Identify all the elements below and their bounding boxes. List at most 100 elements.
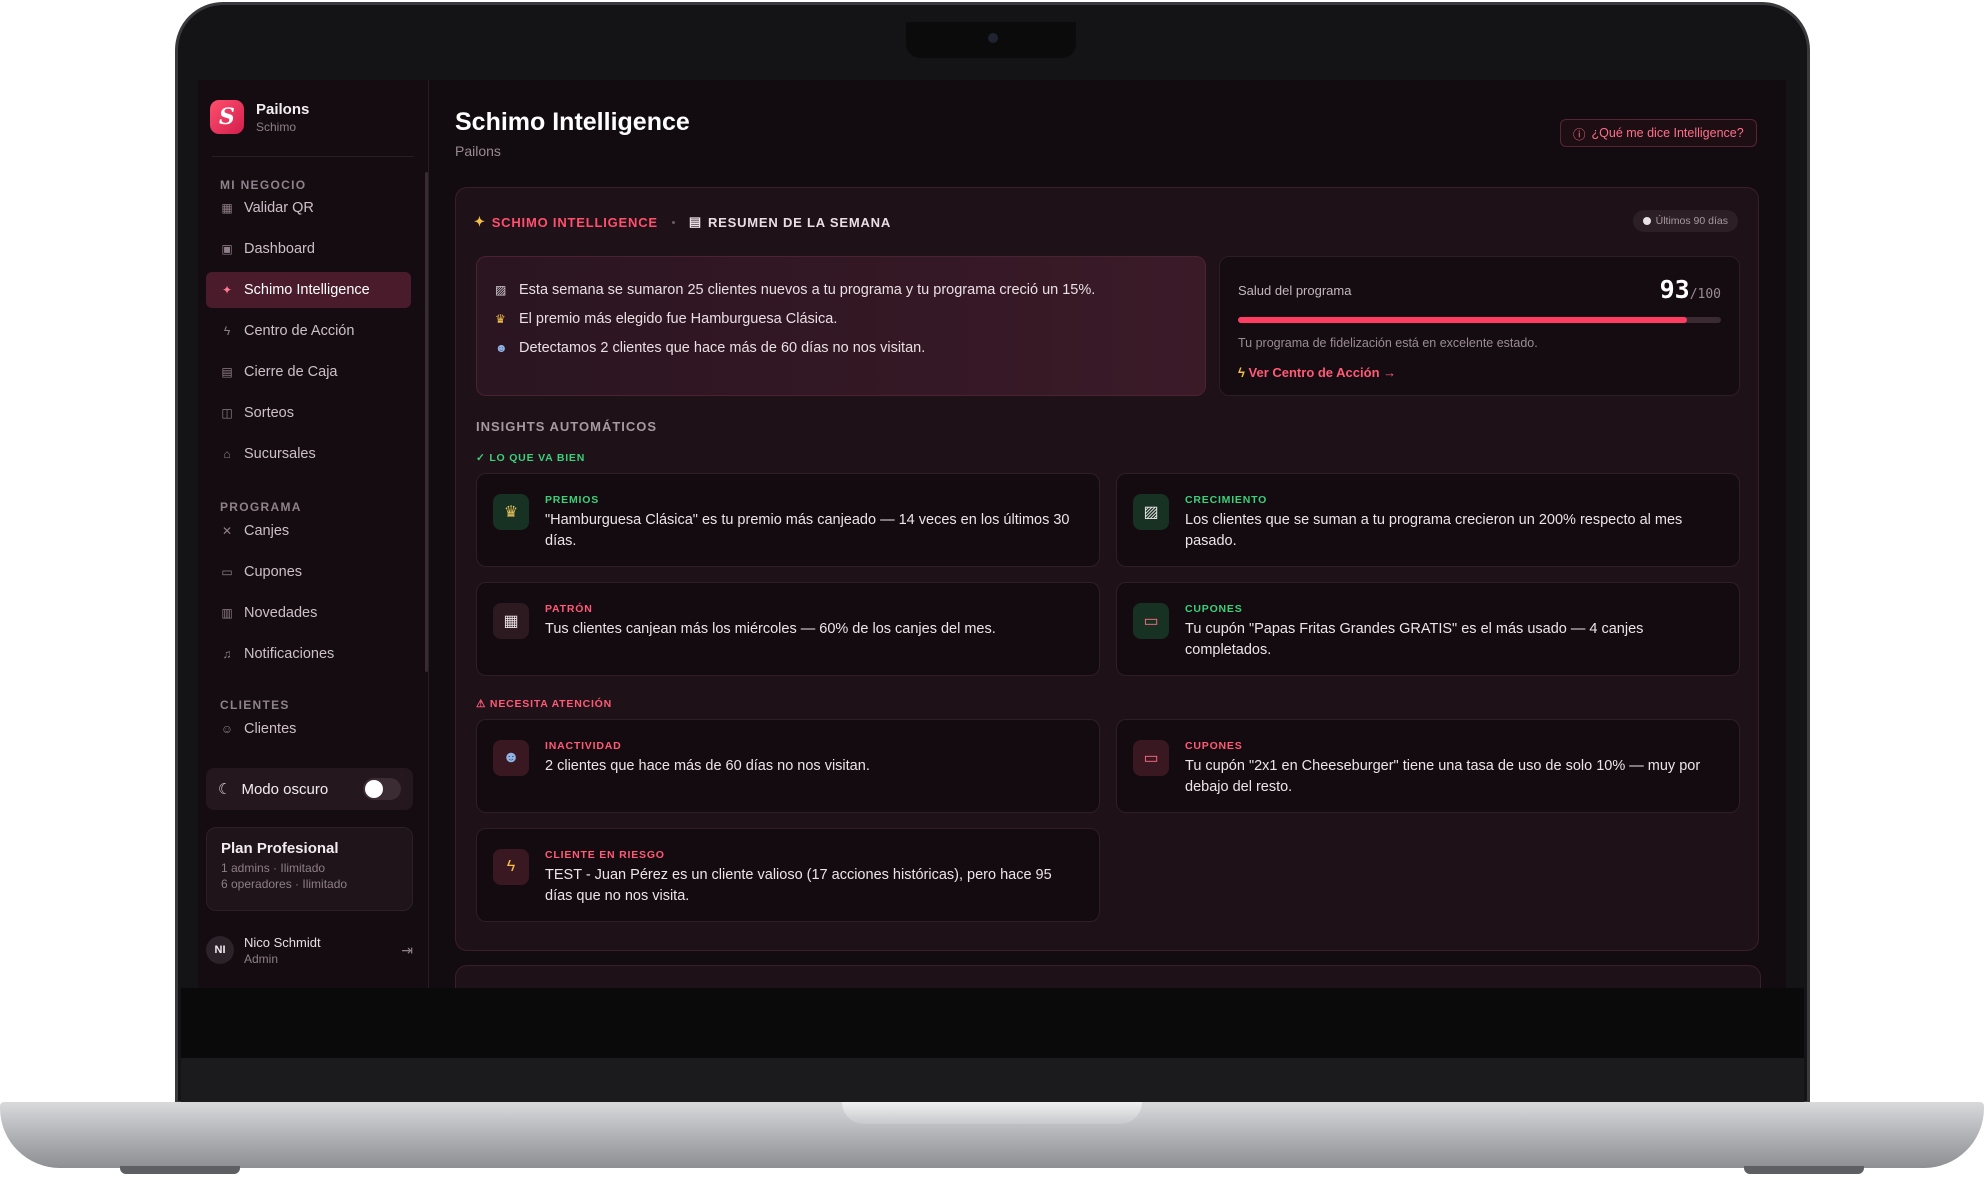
qr-icon: ▦ bbox=[221, 201, 233, 215]
brand[interactable]: S Pailons Schimo bbox=[210, 100, 309, 134]
plan-operators: 6 operadores · Ilimitado bbox=[221, 877, 348, 891]
brand-name: Pailons bbox=[256, 100, 310, 118]
sidebar-item-clientes[interactable]: ☺ Clientes bbox=[206, 711, 411, 747]
sidebar-item-notificaciones[interactable]: ♫ Notificaciones bbox=[206, 636, 411, 672]
insight-card[interactable]: ϟ CLIENTE EN RIESGO TEST - Juan Pérez es… bbox=[476, 828, 1100, 922]
insight-tag: CLIENTE EN RIESGO bbox=[545, 849, 665, 861]
health-score-value: 93 bbox=[1659, 275, 1690, 304]
users-icon: ☺ bbox=[220, 722, 234, 736]
sidebar-item-cupones[interactable]: ▭ Cupones bbox=[206, 554, 411, 590]
bolt-icon: ϟ bbox=[223, 324, 231, 338]
insight-text: Tu cupón "Papas Fritas Grandes GRATIS" e… bbox=[1185, 621, 1644, 658]
health-label: Salud del programa bbox=[1238, 283, 1352, 298]
summary-text: Detectamos 2 clientes que hace más de 60… bbox=[519, 339, 926, 356]
summary-line: ☻ Detectamos 2 clientes que hace más de … bbox=[495, 333, 1187, 362]
sparkle-icon: ✦ bbox=[474, 214, 486, 229]
sparkle-icon: ✦ bbox=[221, 283, 233, 297]
dark-mode-switch[interactable] bbox=[363, 778, 401, 800]
user-name: Nico Schmidt bbox=[244, 934, 321, 950]
period-badge[interactable]: Últimos 90 días bbox=[1632, 210, 1738, 232]
group-warn-label: ⚠ NECESITA ATENCIÓN bbox=[476, 698, 613, 710]
sidebar-item-label: Validar QR bbox=[244, 200, 314, 216]
sidebar-item-label: Sorteos bbox=[244, 405, 294, 421]
sidebar-item-label: Dashboard bbox=[244, 241, 315, 257]
sidebar-item-label: Schimo Intelligence bbox=[244, 282, 370, 298]
plan-title: Plan Profesional bbox=[221, 840, 339, 857]
bolt-icon: ϟ bbox=[493, 849, 529, 885]
insight-card[interactable]: ▭ CUPONES Tu cupón "Papas Fritas Grandes… bbox=[1116, 582, 1740, 676]
tab-resumen-semana[interactable]: ▤ RESUMEN DE LA SEMANA bbox=[689, 214, 891, 230]
insight-card[interactable]: ♛ PREMIOS "Hamburguesa Clásica" es tu pr… bbox=[476, 473, 1100, 567]
chart-icon: ▨ bbox=[1133, 494, 1169, 530]
insight-tag: PREMIOS bbox=[545, 494, 600, 506]
period-label: Últimos 90 días bbox=[1655, 215, 1728, 227]
insight-card[interactable]: ▨ CRECIMIENTO Los clientes que se suman … bbox=[1116, 473, 1740, 567]
sidebar-item-schimo-intelligence[interactable]: ✦ Schimo Intelligence bbox=[206, 272, 411, 308]
insight-tag: CRECIMIENTO bbox=[1185, 494, 1268, 506]
ticket-icon: ▭ bbox=[221, 565, 233, 579]
calendar-icon: ▦ bbox=[493, 603, 529, 639]
sidebar-item-label: Cierre de Caja bbox=[244, 364, 338, 380]
sidebar-item-sorteos[interactable]: ◫ Sorteos bbox=[206, 395, 411, 431]
lid-opening-notch bbox=[842, 1102, 1142, 1124]
insight-card[interactable]: ▭ CUPONES Tu cupón "2x1 en Cheeseburger"… bbox=[1116, 719, 1740, 813]
help-button[interactable]: ⓘ ¿Qué me dice Intelligence? bbox=[1560, 119, 1757, 147]
hinge bbox=[181, 1058, 1804, 1102]
tab-schimo-intelligence[interactable]: ✦ SCHIMO INTELLIGENCE bbox=[474, 214, 658, 230]
news-icon: ▥ bbox=[221, 606, 233, 620]
health-description: Tu programa de fidelización está en exce… bbox=[1238, 336, 1538, 350]
action-center-link[interactable]: ϟ Ver Centro de Acción → bbox=[1238, 365, 1396, 380]
sidebar-item-label: Centro de Acción bbox=[244, 323, 355, 339]
next-panel-edge bbox=[455, 965, 1761, 988]
note-icon: ▤ bbox=[688, 214, 702, 229]
sidebar-item-centro-de-accion[interactable]: ϟ Centro de Acción bbox=[206, 313, 411, 349]
tab-label: RESUMEN DE LA SEMANA bbox=[707, 214, 892, 230]
section-label-clientes: CLIENTES bbox=[220, 698, 290, 712]
insight-card[interactable]: ☻ INACTIVIDAD 2 clientes que hace más de… bbox=[476, 719, 1100, 813]
logout-icon[interactable]: ⇥ bbox=[401, 942, 413, 959]
users-icon: ☻ bbox=[495, 340, 508, 355]
chart-icon: ▨ bbox=[495, 282, 507, 297]
sidebar-item-label: Sucursales bbox=[244, 446, 316, 462]
laptop-foot bbox=[1744, 1166, 1864, 1174]
summary-text: El premio más elegido fue Hamburguesa Cl… bbox=[519, 310, 838, 327]
sidebar: S Pailons Schimo MI NEGOCIO ▦ Validar QR… bbox=[198, 80, 429, 988]
sidebar-item-canjes[interactable]: ✕ Canjes bbox=[206, 513, 411, 549]
plan-admins: 1 admins · Ilimitado bbox=[221, 861, 326, 875]
insight-text: Tus clientes canjean más los miércoles —… bbox=[545, 621, 996, 637]
divider bbox=[212, 156, 414, 157]
avatar: NI bbox=[206, 936, 234, 964]
sidebar-item-dashboard[interactable]: ▣ Dashboard bbox=[206, 231, 411, 267]
health-progress-bar bbox=[1238, 317, 1721, 323]
health-progress-fill bbox=[1238, 317, 1688, 323]
sidebar-item-cierre-de-caja[interactable]: ▤ Cierre de Caja bbox=[206, 354, 411, 390]
insight-tag: PATRÓN bbox=[545, 603, 593, 615]
insight-card[interactable]: ▦ PATRÓN Tus clientes canjean más los mi… bbox=[476, 582, 1100, 676]
dashboard-icon: ▣ bbox=[221, 242, 233, 256]
page-title: Schimo Intelligence bbox=[455, 108, 690, 136]
tab-separator bbox=[671, 220, 675, 224]
moon-icon: ☾ bbox=[218, 781, 232, 798]
sidebar-item-sucursales[interactable]: ⌂ Sucursales bbox=[206, 436, 411, 472]
insights-title: INSIGHTS AUTOMÁTICOS bbox=[476, 419, 658, 434]
insight-tag: CUPONES bbox=[1185, 603, 1243, 615]
dark-mode-toggle[interactable]: ☾ Modo oscuro bbox=[206, 768, 413, 810]
panel-tabs: ✦ SCHIMO INTELLIGENCE ▤ RESUMEN DE LA SE… bbox=[474, 214, 891, 230]
insight-text: "Hamburguesa Clásica" es tu premio más c… bbox=[545, 512, 1070, 549]
program-health-card: Salud del programa 93/100 Tu programa de… bbox=[1219, 256, 1740, 396]
trophy-icon: ♛ bbox=[493, 494, 529, 530]
gift-icon: ◫ bbox=[221, 406, 233, 420]
intelligence-panel: ✦ SCHIMO INTELLIGENCE ▤ RESUMEN DE LA SE… bbox=[455, 187, 1759, 951]
laptop-foot bbox=[120, 1166, 240, 1174]
sidebar-item-validar-qr[interactable]: ▦ Validar QR bbox=[206, 190, 411, 226]
brand-logo-icon: S bbox=[210, 100, 244, 134]
user-profile[interactable]: NI Nico Schmidt Admin ⇥ bbox=[206, 930, 413, 970]
camera-icon bbox=[988, 33, 998, 43]
sidebar-item-label: Notificaciones bbox=[244, 646, 335, 662]
section-label-programa: PROGRAMA bbox=[220, 500, 302, 514]
store-icon: ⌂ bbox=[223, 447, 231, 461]
sidebar-item-novedades[interactable]: ▥ Novedades bbox=[206, 595, 411, 631]
health-score-max: /100 bbox=[1689, 287, 1721, 302]
insight-text: Los clientes que se suman a tu programa … bbox=[1185, 512, 1683, 549]
insight-text: TEST - Juan Pérez es un cliente valioso … bbox=[545, 867, 1052, 904]
